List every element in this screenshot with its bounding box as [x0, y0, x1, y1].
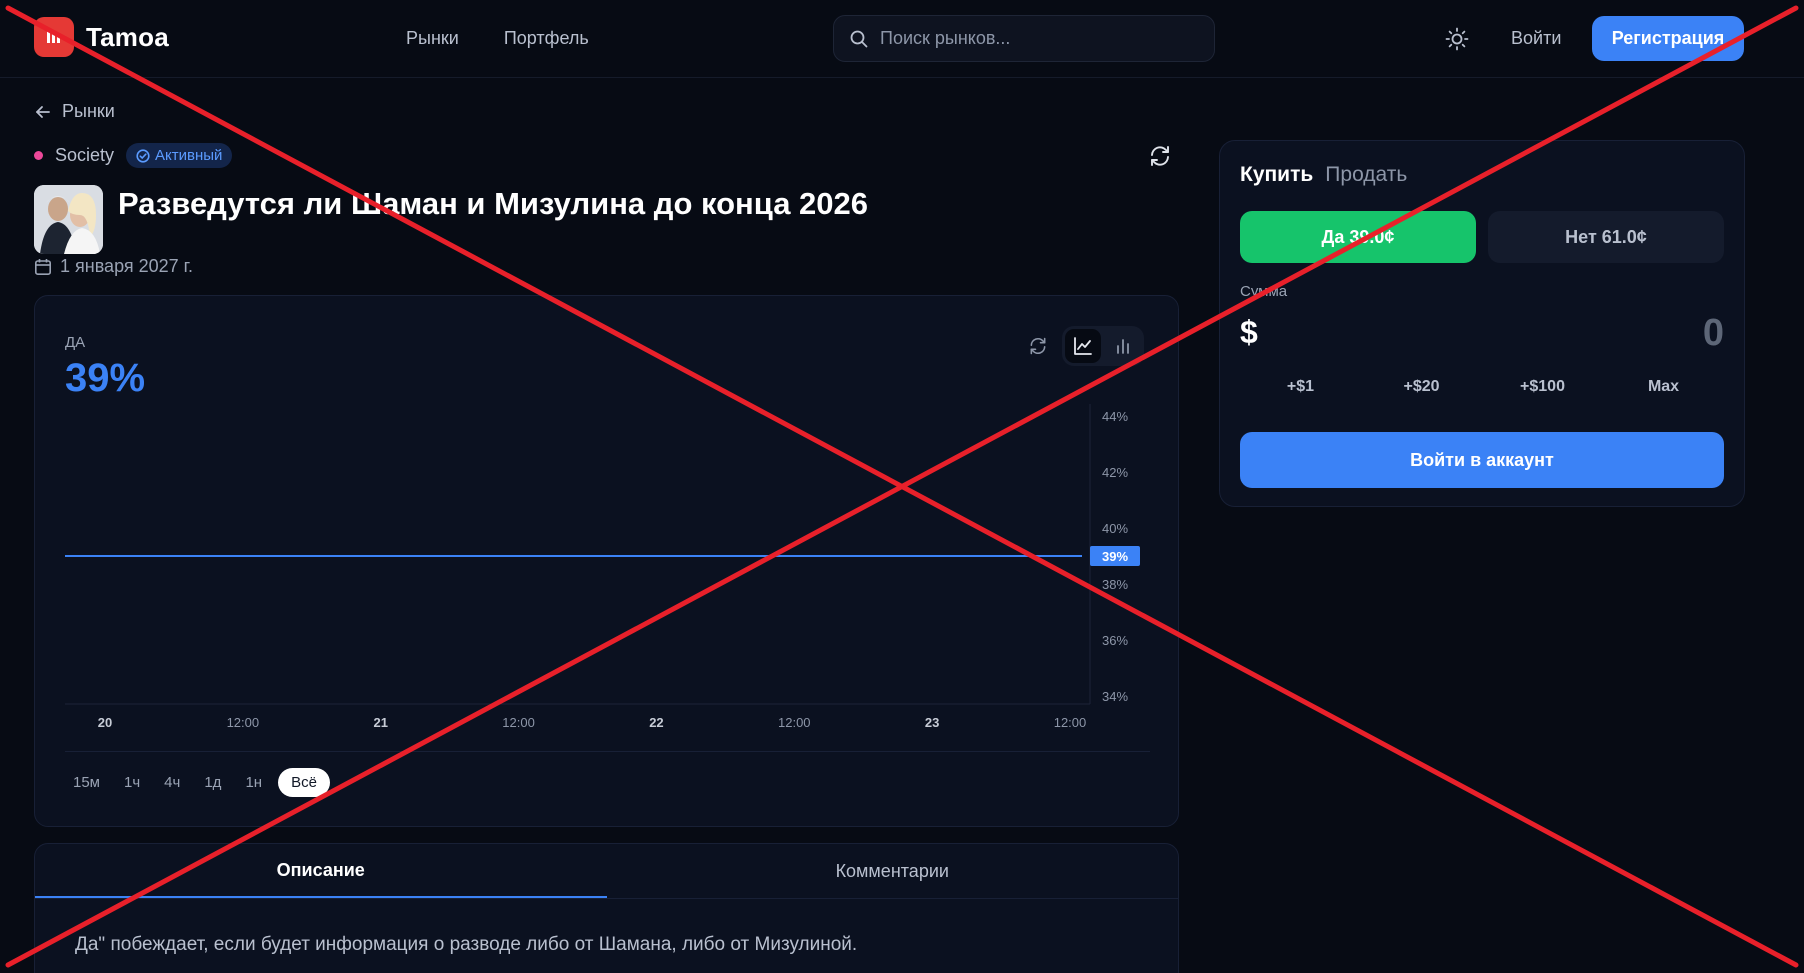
x-tick-label: 12:00 [502, 715, 535, 730]
brand-name: Tamoa [86, 21, 169, 52]
category-label[interactable]: Society [55, 145, 114, 166]
logo-icon [34, 17, 74, 57]
y-tick-label: 42% [1102, 465, 1128, 480]
currency-symbol: $ [1240, 314, 1258, 350]
back-label: Рынки [62, 101, 115, 121]
x-tick-label: 12:00 [1054, 715, 1087, 730]
x-tick-label: 12:00 [778, 715, 811, 730]
quick-add-100[interactable]: +$100 [1482, 378, 1603, 396]
x-tick-label: 20 [98, 715, 112, 730]
search-box[interactable] [833, 15, 1215, 62]
range-4h[interactable]: 4ч [156, 768, 188, 797]
login-to-account-button[interactable]: Войти в аккаунт [1240, 432, 1724, 488]
tab-sell[interactable]: Продать [1325, 163, 1407, 187]
amount-label: Сумма [1240, 283, 1288, 300]
trade-panel: Купить Продать Да 39.0¢ Нет 61.0¢ Сумма … [1219, 140, 1745, 507]
market-image [34, 185, 103, 254]
quick-max[interactable]: Max [1603, 378, 1724, 396]
x-tick-label: 21 [373, 715, 387, 730]
y-tick-label: 44% [1102, 409, 1128, 424]
quick-amounts: +$1 +$20 +$100 Max [1240, 378, 1724, 396]
y-tick-label: 34% [1102, 689, 1128, 704]
status-label: Активный [155, 147, 223, 164]
chart-card: ДА 39% 44% 42% 40% 38% 36% 34% 20 12:00 21 12:00 2… [34, 295, 1179, 827]
nav-markets[interactable]: Рынки [406, 28, 459, 49]
market-title: Разведутся ли Шаман и Мизулина до конца … [118, 186, 869, 221]
theme-toggle[interactable] [1444, 26, 1470, 52]
search-input[interactable] [880, 28, 1200, 49]
check-circle-icon [136, 148, 150, 163]
current-value-label: 39% [1102, 549, 1128, 564]
back-to-markets[interactable]: Рынки [34, 101, 115, 122]
details-tabs: Описание Комментарии [35, 844, 1178, 899]
refresh-icon [1151, 146, 1169, 166]
range-15m[interactable]: 15м [65, 768, 108, 797]
price-chart: 44% 42% 40% 38% 36% 34% 20 12:00 21 12:00 22 12:00 2… [65, 404, 1140, 730]
yes-button[interactable]: Да 39.0¢ [1240, 211, 1476, 263]
range-1w[interactable]: 1н [237, 768, 270, 797]
tab-description[interactable]: Описание [35, 844, 607, 898]
x-tick-label: 22 [649, 715, 663, 730]
search-icon [850, 30, 868, 47]
trade-tabs: Купить Продать [1240, 163, 1407, 187]
tab-buy[interactable]: Купить [1240, 163, 1313, 187]
top-header: Tamoa Рынки Портфель Войти Регистрация [0, 0, 1804, 78]
date-label: 1 января 2027 г. [60, 256, 194, 276]
market-tags: Society Активный [34, 143, 233, 168]
y-tick-label: 36% [1102, 633, 1128, 648]
no-button[interactable]: Нет 61.0¢ [1488, 211, 1724, 263]
quick-add-1[interactable]: +$1 [1240, 378, 1361, 396]
status-badge: Активный [126, 143, 233, 168]
range-1d[interactable]: 1д [196, 768, 229, 797]
market-description: Да" побеждает, если будет информация о р… [75, 934, 858, 955]
range-1h[interactable]: 1ч [116, 768, 148, 797]
brand-logo[interactable]: Tamoa [34, 17, 169, 57]
details-card: Описание Комментарии Да" побеждает, если… [34, 843, 1179, 973]
calendar-icon [34, 258, 51, 275]
x-tick-label: 12:00 [227, 715, 260, 730]
amount-input[interactable]: 0 [1703, 312, 1724, 355]
nav-portfolio[interactable]: Портфель [504, 28, 589, 49]
refresh-button[interactable] [1148, 144, 1174, 170]
tab-comments[interactable]: Комментарии [607, 844, 1179, 898]
main-nav: Рынки Портфель [406, 28, 589, 49]
y-tick-label: 40% [1102, 521, 1128, 536]
category-dot [34, 151, 43, 160]
y-tick-label: 38% [1102, 577, 1128, 592]
arrow-left-icon [36, 105, 50, 118]
quick-add-20[interactable]: +$20 [1361, 378, 1482, 396]
x-tick-label: 23 [925, 715, 939, 730]
register-button[interactable]: Регистрация [1592, 16, 1744, 61]
range-all[interactable]: Всё [278, 768, 330, 797]
market-date: 1 января 2027 г. [34, 256, 193, 277]
time-range-selector: 15м 1ч 4ч 1д 1н Всё [65, 751, 1150, 797]
login-link[interactable]: Войти [1511, 28, 1561, 49]
sun-icon [1445, 27, 1469, 51]
